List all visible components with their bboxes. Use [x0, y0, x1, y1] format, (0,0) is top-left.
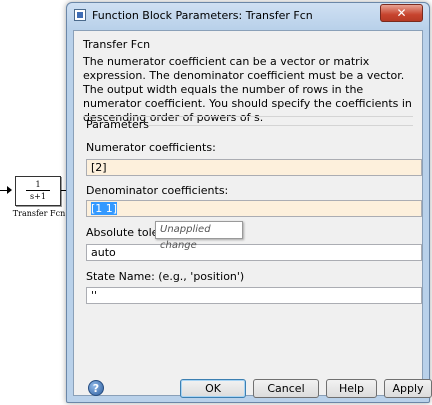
parameters-group-line [148, 125, 413, 126]
numerator-input[interactable]: [2] [86, 159, 422, 176]
section-title: Transfer Fcn [83, 38, 151, 51]
close-button[interactable]: ✕ [380, 4, 423, 22]
block-parameters-dialog: Function Block Parameters: Transfer Fcn … [66, 2, 432, 403]
description-divider [83, 116, 413, 117]
help-button[interactable]: Help [326, 379, 377, 398]
help-icon[interactable]: ? [88, 380, 104, 396]
ok-button[interactable]: OK [180, 379, 246, 398]
block-numerator: 1 [35, 180, 41, 189]
dialog-body: Transfer Fcn The numerator coefficient c… [73, 30, 432, 398]
denominator-input[interactable]: [1 1] [86, 200, 422, 217]
block-denominator: s+1 [30, 192, 46, 201]
transfer-fcn-block[interactable]: 1 s+1 [15, 176, 61, 206]
state-name-input[interactable]: '' [86, 287, 422, 304]
fraction-bar [26, 190, 50, 191]
numerator-label: Numerator coefficients: [86, 141, 216, 154]
cancel-button[interactable]: Cancel [253, 379, 319, 398]
block-description: The numerator coefficient can be a vecto… [83, 55, 412, 124]
app-icon [74, 9, 86, 21]
title-bar[interactable]: Function Block Parameters: Transfer Fcn … [67, 3, 429, 29]
tolerance-input[interactable]: auto [86, 244, 422, 261]
state-name-label: State Name: (e.g., 'position') [86, 270, 245, 283]
unapplied-change-tooltip: Unapplied change [155, 221, 243, 251]
apply-button[interactable]: Apply [384, 379, 432, 398]
parameters-group-title: Parameters [86, 118, 149, 131]
input-port-arrow [7, 186, 12, 194]
denominator-selected-text: [1 1] [91, 202, 118, 215]
close-icon: ✕ [396, 6, 407, 20]
block-name: Transfer Fcn [12, 209, 66, 218]
dialog-title: Function Block Parameters: Transfer Fcn [92, 9, 313, 22]
denominator-label: Denominator coefficients: [86, 184, 229, 197]
